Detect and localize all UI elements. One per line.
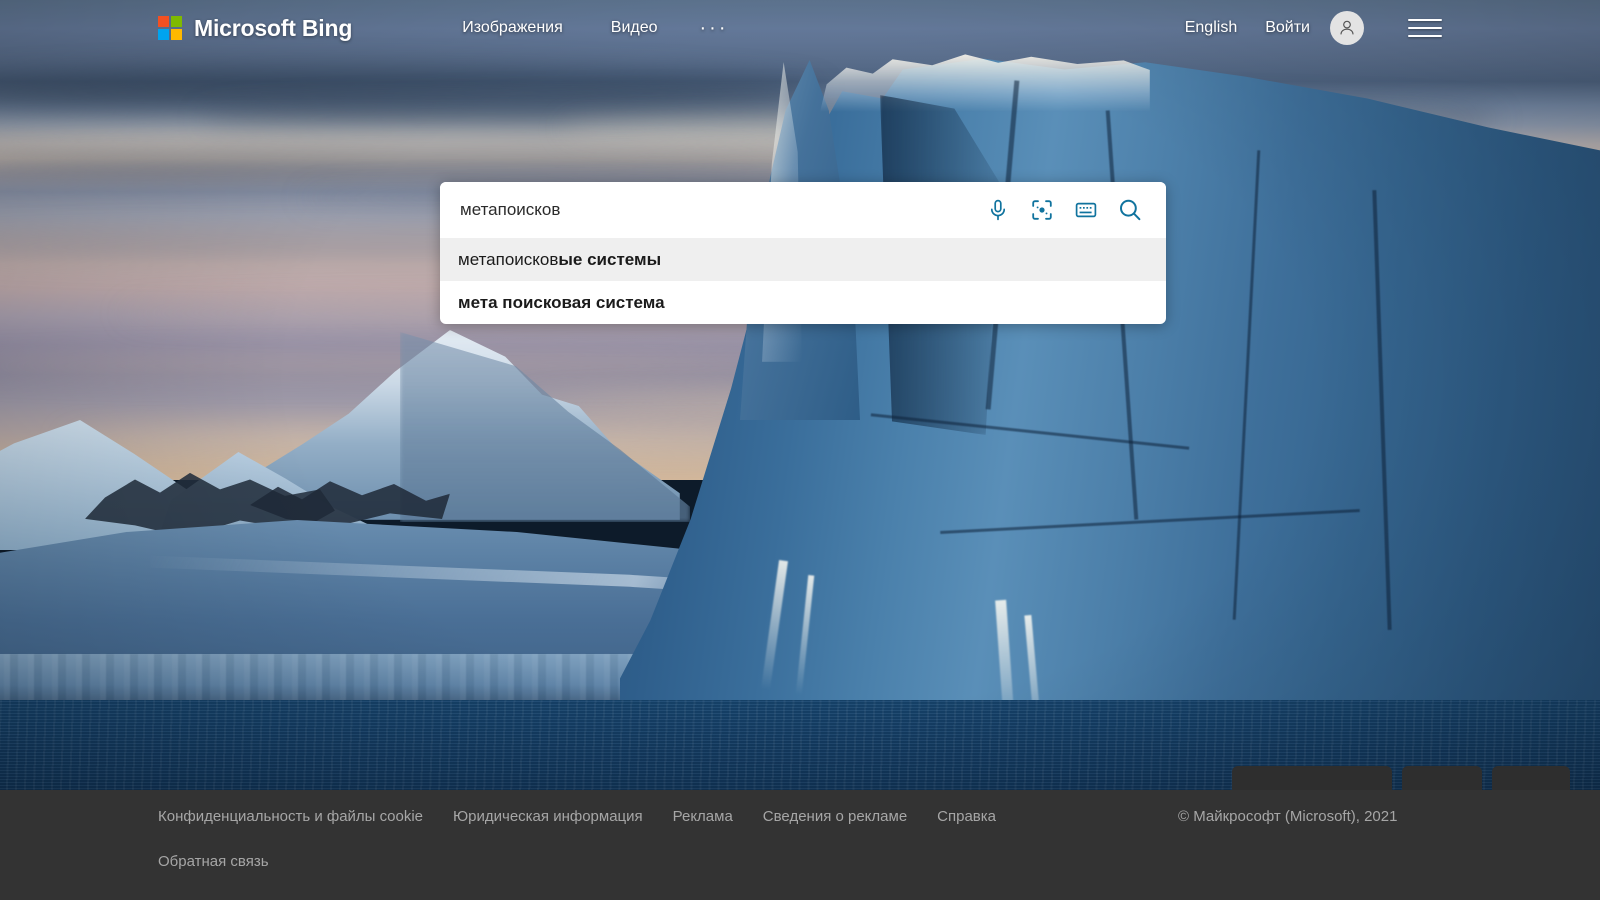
person-icon bbox=[1340, 20, 1354, 35]
footer-link-privacy[interactable]: Конфиденциальность и файлы cookie bbox=[158, 808, 453, 825]
microsoft-logo-icon bbox=[158, 16, 182, 40]
suggestion-completion: мета поисковая система bbox=[458, 292, 665, 312]
image-info-tab[interactable] bbox=[1232, 766, 1392, 790]
hamburger-line bbox=[1408, 35, 1442, 37]
footer-link-help[interactable]: Справка bbox=[937, 808, 1026, 825]
site-header: Microsoft Bing Изображения Видео ··· Eng… bbox=[0, 0, 1600, 56]
hamburger-line bbox=[1408, 27, 1442, 29]
logo-square-blue bbox=[158, 29, 169, 40]
image-info-tab[interactable] bbox=[1402, 766, 1482, 790]
nav-more[interactable]: ··· bbox=[682, 18, 747, 38]
logo-square-red bbox=[158, 16, 169, 27]
sign-in-link[interactable]: Войти bbox=[1251, 19, 1324, 37]
footer-copyright: © Майкрософт (Microsoft), 2021 bbox=[1178, 808, 1398, 825]
bing-logo-text: Microsoft Bing bbox=[194, 14, 353, 41]
search-magnifier-icon[interactable] bbox=[1108, 188, 1152, 232]
suggestion-prefix: метапоисков bbox=[458, 249, 559, 269]
hamburger-line bbox=[1408, 19, 1442, 21]
visual-search-icon[interactable] bbox=[1020, 188, 1064, 232]
footer-link-legal[interactable]: Юридическая информация bbox=[453, 808, 673, 825]
footer-link-advertise[interactable]: Реклама bbox=[673, 808, 763, 825]
vignette-overlay bbox=[0, 0, 1600, 900]
search-panel: метапоисковые системы мета поисковая сис… bbox=[440, 182, 1166, 324]
footer-second-row: Обратная связь bbox=[158, 853, 269, 870]
suggestion-item-0[interactable]: метапоисков ые системы bbox=[440, 238, 1166, 281]
nav-videos[interactable]: Видео bbox=[587, 19, 682, 37]
logo-square-yellow bbox=[171, 29, 182, 40]
language-switch[interactable]: English bbox=[1171, 19, 1251, 37]
microphone-icon[interactable] bbox=[976, 188, 1020, 232]
footer-link-ad-info[interactable]: Сведения о рекламе bbox=[763, 808, 937, 825]
suggestion-completion: ые системы bbox=[558, 249, 662, 269]
hamburger-menu-icon[interactable] bbox=[1408, 11, 1442, 45]
header-actions: English Войти bbox=[1171, 11, 1442, 45]
site-footer: Конфиденциальность и файлы cookie Юридич… bbox=[0, 790, 1600, 900]
image-info-tab[interactable] bbox=[1492, 766, 1570, 790]
footer-links: Конфиденциальность и файлы cookie Юридич… bbox=[158, 808, 1026, 825]
footer-link-feedback[interactable]: Обратная связь bbox=[158, 853, 269, 870]
suggestion-row[interactable]: мета поисковая система bbox=[440, 281, 1166, 324]
suggestion-row[interactable]: метапоисков ые системы bbox=[440, 238, 1166, 281]
search-icon-group bbox=[976, 188, 1166, 232]
keyboard-icon[interactable] bbox=[1064, 188, 1108, 232]
logo-square-green bbox=[171, 16, 182, 27]
bing-logo[interactable]: Microsoft Bing bbox=[158, 15, 352, 42]
suggestion-item-1[interactable]: мета поисковая система bbox=[440, 281, 1166, 324]
avatar[interactable] bbox=[1330, 11, 1364, 45]
nav-images[interactable]: Изображения bbox=[438, 19, 587, 37]
background-image bbox=[0, 0, 1600, 900]
search-input[interactable] bbox=[458, 199, 976, 221]
primary-nav: Изображения Видео ··· bbox=[438, 18, 747, 38]
search-bar bbox=[440, 182, 1166, 238]
